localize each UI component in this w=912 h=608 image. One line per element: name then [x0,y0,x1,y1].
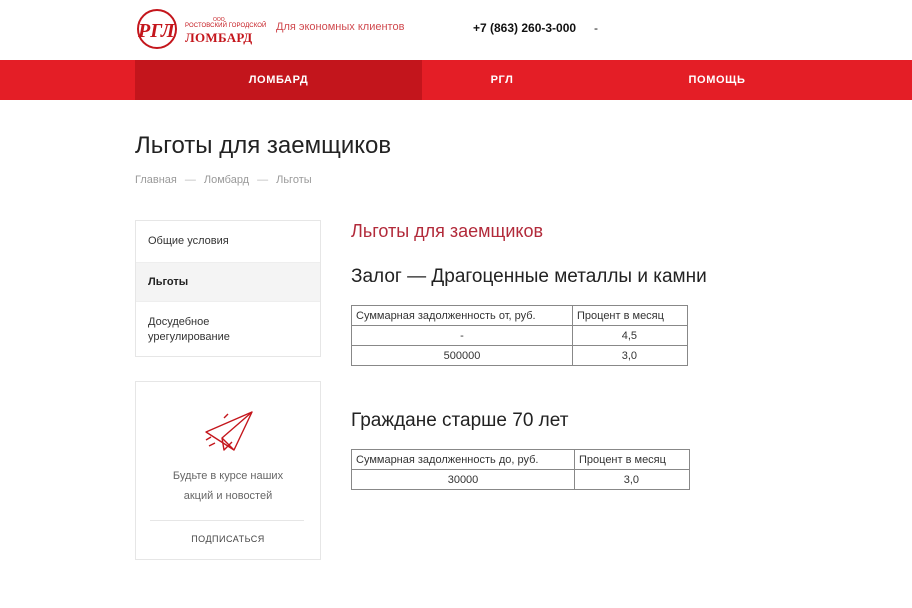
page-title: Льготы для заемщиков [135,132,392,159]
sidebar-menu: Общие условия Льготы Досудебное урегулир… [135,220,321,357]
table-header-cell: Процент в месяц [574,449,690,470]
subscribe-text: Будьте в курсе наших акций и новостей [136,466,320,506]
phone-dropdown-toggle[interactable]: - [594,21,598,35]
logo-monogram-icon: РГЛ [137,9,177,49]
rates-table-seniors: Суммарная задолженность до, руб. Процент… [351,449,690,490]
subscribe-divider [150,520,304,521]
rates-table-precious: Суммарная задолженность от, руб. Процент… [351,305,688,366]
table-header-row: Суммарная задолженность от, руб. Процент… [351,305,688,326]
header-phone[interactable]: +7 (863) 260-3-000 [473,21,576,35]
table-row: - 4,5 [351,325,688,346]
table-row: 30000 3,0 [351,469,690,490]
sidebar-item-label: Досудебное урегулирование [148,315,230,343]
site-header: РГЛ ООО РОСТОВСКИЙ ГОРОДСКОЙ ЛОМБАРД Для… [0,0,912,60]
breadcrumb-separator: — [257,174,269,186]
breadcrumb: Главная — Ломбард — Льготы [135,174,312,186]
breadcrumb-current: Льготы [276,174,312,186]
paper-plane-icon [205,411,253,451]
table-cell: - [351,325,573,346]
section-title: Льготы для заемщиков [351,221,544,241]
table-header-cell: Суммарная задолженность от, руб. [351,305,573,326]
header-tagline: Для экономных клиентов [276,21,405,33]
svg-text:РГЛ: РГЛ [137,20,176,42]
table-header-row: Суммарная задолженность до, руб. Процент… [351,449,690,470]
logo-subtitle: РОСТОВСКИЙ ГОРОДСКОЙ [185,23,267,29]
breadcrumb-separator: — [184,174,196,186]
nav-item-rgl[interactable]: РГЛ [422,60,582,100]
nav-item-help[interactable]: ПОМОЩЬ [582,60,852,100]
subscribe-box: Будьте в курсе наших акций и новостей ПО… [135,381,321,560]
table-row: 500000 3,0 [351,345,688,366]
main-nav: ЛОМБАРД РГЛ ПОМОЩЬ [0,60,912,100]
sidebar-item-pretrial[interactable]: Досудебное урегулирование [136,302,320,357]
table-cell: 4,5 [572,325,688,346]
table-cell: 3,0 [572,345,688,366]
table-header-cell: Суммарная задолженность до, руб. [351,449,575,470]
block2-heading: Граждане старше 70 лет [351,410,569,431]
subscribe-text-line2: акций и новостей [183,490,273,502]
table-cell: 3,0 [574,469,690,490]
block1-heading: Залог — Драгоценные металлы и камни [351,266,707,287]
table-header-cell: Процент в месяц [572,305,688,326]
logo-title: ЛОМБАРД [185,30,253,45]
site-logo[interactable]: РГЛ ООО РОСТОВСКИЙ ГОРОДСКОЙ ЛОМБАРД [135,6,266,52]
table-cell: 500000 [351,345,573,366]
subscribe-button[interactable]: ПОДПИСАТЬСЯ [136,534,320,544]
breadcrumb-lombard[interactable]: Ломбард [204,174,249,186]
sidebar-item-benefits[interactable]: Льготы [136,262,320,302]
breadcrumb-home[interactable]: Главная [135,174,177,186]
sidebar-item-general-terms[interactable]: Общие условия [136,221,320,262]
subscribe-text-line1: Будьте в курсе наших [172,470,284,482]
table-cell: 30000 [351,469,575,490]
nav-item-lombard[interactable]: ЛОМБАРД [135,60,422,100]
